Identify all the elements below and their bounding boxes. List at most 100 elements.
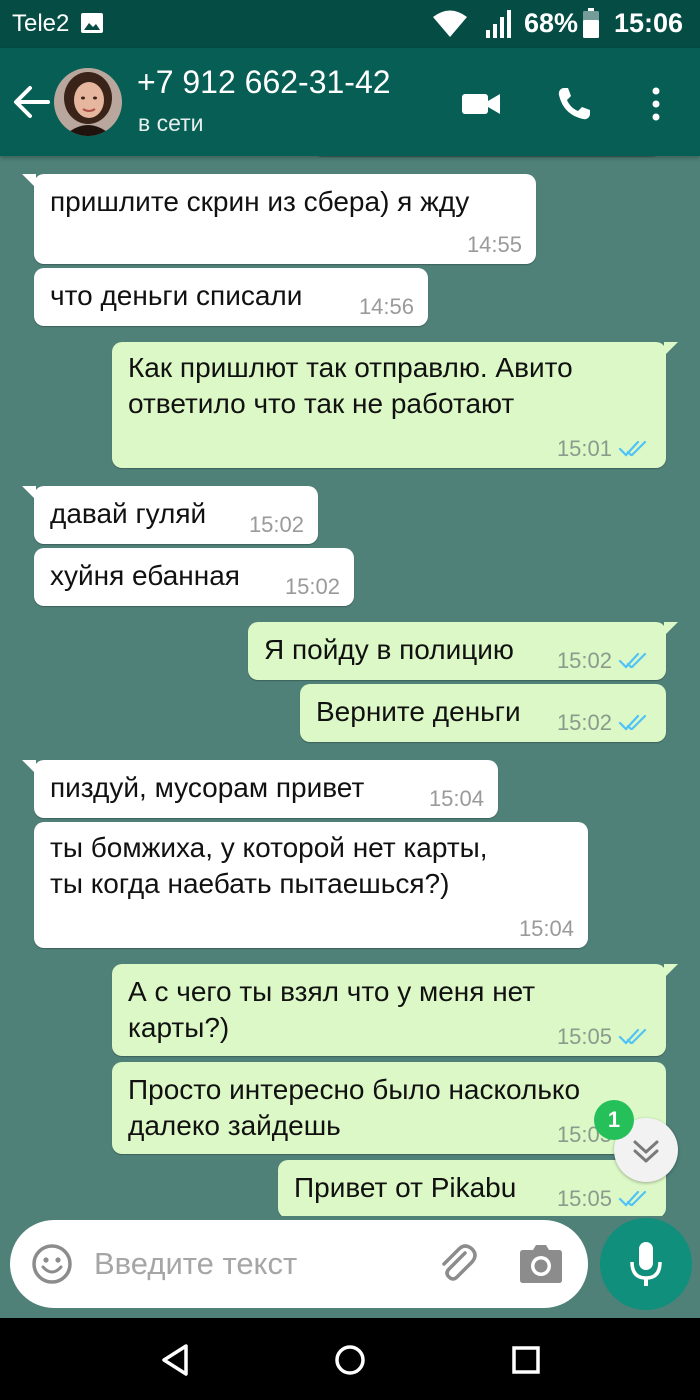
message-time: 15:01 — [556, 436, 612, 461]
nav-back-icon[interactable] — [156, 1340, 196, 1380]
video-call-icon[interactable] — [458, 82, 502, 126]
message-incoming[interactable]: что деньги списали 14:56 — [34, 268, 428, 326]
attach-paperclip-icon[interactable] — [434, 1240, 480, 1286]
message-line: хуйня ебанная — [50, 560, 240, 591]
bubble-tail — [22, 174, 36, 188]
message-line: давай гуляй — [50, 498, 207, 529]
message-line: пришлите скрин из сбера) я жду — [50, 186, 470, 217]
status-bar: Tele2 68% 15:06 — [0, 0, 700, 48]
bubble-tail — [664, 622, 678, 636]
bubble-tail — [664, 342, 678, 356]
message-time: 15:04 — [518, 916, 574, 941]
message-text: Я пойду в полицию — [264, 632, 514, 668]
message-meta: 14:55 — [467, 232, 522, 258]
battery-percent: 68% — [524, 8, 579, 38]
nav-home-icon[interactable] — [330, 1340, 370, 1380]
contact-name[interactable]: +7 912 662-31-42 — [137, 64, 391, 101]
unread-count-badge[interactable]: 1 — [594, 1100, 634, 1140]
camera-icon[interactable] — [518, 1242, 564, 1286]
phone-icon[interactable] — [552, 82, 596, 126]
message-time: 15:04 — [428, 786, 484, 811]
message-time: 15:05 — [556, 1186, 612, 1211]
message-text: что деньги списали — [50, 278, 302, 314]
message-meta: 15:01 — [557, 436, 652, 462]
battery-icon — [583, 8, 599, 38]
back-arrow-icon[interactable] — [12, 84, 52, 120]
message-text: ты бомжиха, у которой нет карты, ты когд… — [50, 830, 488, 902]
message-incoming[interactable]: давай гуляй 15:02 — [22, 486, 318, 544]
message-time: 14:55 — [466, 232, 522, 257]
message-meta: 15:02 — [557, 710, 652, 736]
message-meta: 15:05 — [557, 1024, 652, 1050]
nav-recents-icon[interactable] — [506, 1340, 546, 1380]
emoji-icon[interactable] — [30, 1242, 74, 1286]
message-text: Просто интересно было насколько далеко з… — [128, 1072, 580, 1144]
message-meta: 14:56 — [359, 294, 414, 320]
bubble-tail — [22, 760, 36, 774]
signal-icon — [486, 10, 511, 38]
message-meta: 15:02 — [249, 512, 304, 538]
message-meta: 15:04 — [429, 786, 484, 812]
read-ticks-icon — [618, 440, 647, 457]
read-ticks-icon — [618, 1190, 647, 1207]
message-text: давай гуляй — [50, 496, 206, 532]
chat-area[interactable]: пришлите скрин из сбера) я жду 14:55 что… — [0, 156, 700, 1216]
message-incoming[interactable]: пиздуй, мусорам привет 15:04 — [22, 760, 498, 818]
message-outgoing[interactable]: А с чего ты взял что у меня нет карты?) … — [112, 964, 678, 1056]
message-line: ответило что так не работают — [128, 388, 515, 419]
message-meta: 15:05 — [557, 1186, 652, 1212]
message-time: 14:56 — [358, 294, 414, 319]
message-line: Я пойду в полицию — [264, 634, 514, 665]
message-text: Привет от Pikabu — [294, 1170, 516, 1206]
message-text: Верните деньги — [316, 694, 521, 730]
message-meta: 15:04 — [519, 916, 574, 942]
message-line: пиздуй, мусорам привет — [50, 772, 365, 803]
message-composer[interactable]: Введите текст — [10, 1220, 588, 1308]
wifi-icon — [433, 10, 467, 37]
read-ticks-icon — [618, 652, 647, 669]
message-time: 15:02 — [284, 574, 340, 599]
bubble-tail — [664, 964, 678, 978]
gallery-icon — [81, 13, 103, 33]
message-outgoing[interactable]: Привет от Pikabu 15:05 — [278, 1160, 666, 1216]
message-meta: 15:02 — [285, 574, 340, 600]
message-incoming[interactable]: хуйня ебанная 15:02 — [34, 548, 354, 606]
message-line: Как пришлют так отправлю. Авито — [128, 352, 573, 383]
message-line: ты бомжиха, у которой нет карты, — [50, 832, 488, 863]
more-vert-icon[interactable] — [634, 82, 678, 126]
message-time: 15:05 — [556, 1024, 612, 1049]
contact-avatar[interactable] — [54, 68, 122, 136]
message-text: А с чего ты взял что у меня нет карты?) — [128, 974, 535, 1046]
message-time: 15:02 — [248, 512, 304, 537]
message-text: Как пришлют так отправлю. Авито ответило… — [128, 350, 573, 422]
read-ticks-icon — [618, 1028, 647, 1045]
voice-message-button[interactable] — [600, 1218, 692, 1310]
message-outgoing[interactable]: Как пришлют так отправлю. Авито ответило… — [112, 342, 678, 468]
message-line: ты когда наебать пытаешься?) — [50, 868, 450, 899]
message-line: карты?) — [128, 1012, 230, 1043]
message-incoming[interactable]: ты бомжиха, у которой нет карты, ты когд… — [34, 822, 588, 948]
message-text: пиздуй, мусорам привет — [50, 770, 364, 806]
message-time: 15:02 — [556, 648, 612, 673]
microphone-icon — [630, 1242, 662, 1286]
message-line: Привет от Pikabu — [294, 1172, 517, 1203]
carrier-name: Tele2 — [12, 10, 70, 37]
message-text: пришлите скрин из сбера) я жду — [50, 184, 469, 220]
message-outgoing[interactable]: Верните деньги 15:02 — [300, 684, 666, 742]
message-outgoing[interactable]: Просто интересно было насколько далеко з… — [112, 1062, 666, 1154]
message-incoming[interactable]: пришлите скрин из сбера) я жду 14:55 — [22, 174, 536, 264]
message-text: хуйня ебанная — [50, 558, 240, 594]
contact-online-status: в сети — [138, 110, 204, 136]
system-navigation-bar — [0, 1318, 700, 1400]
message-line: далеко зайдешь — [128, 1110, 341, 1141]
message-line: А с чего ты взял что у меня нет — [128, 976, 536, 1007]
message-line: Верните деньги — [316, 696, 521, 727]
message-line: Просто интересно было насколько — [128, 1074, 581, 1105]
message-input[interactable]: Введите текст — [94, 1246, 297, 1282]
chat-header: +7 912 662-31-42 в сети — [0, 48, 700, 156]
message-line: что деньги списали — [50, 280, 303, 311]
message-meta: 15:02 — [557, 648, 652, 674]
bubble-tail — [22, 486, 36, 500]
message-outgoing[interactable]: Я пойду в полицию 15:02 — [248, 622, 678, 680]
read-ticks-icon — [618, 714, 647, 731]
